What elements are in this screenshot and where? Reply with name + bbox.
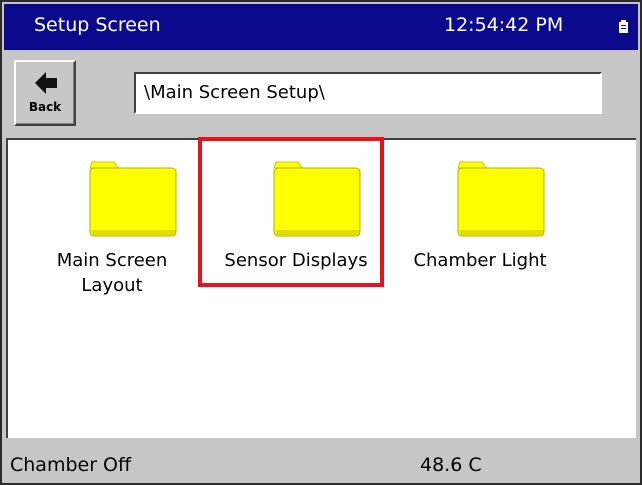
toolbar: Back \Main Screen Setup\ [4,50,638,138]
chamber-status: Chamber Off [10,454,132,476]
window-title: Setup Screen [34,14,161,36]
title-bar: Setup Screen 12:54:42 PM [4,4,638,50]
battery-icon [619,20,628,33]
folder-chamber-light[interactable]: Chamber Light [390,150,570,290]
folder-label-line-1: Main Screen [56,250,168,271]
status-bar: Chamber Off 48.6 C [4,438,638,483]
folder-label: Main Screen Layout [22,248,202,298]
folder-view: Main Screen Layout Sensor Displays Chamb… [6,137,636,438]
folder-label: Chamber Light [413,250,547,271]
temperature-readout: 48.6 C [420,454,482,476]
path-field: \Main Screen Setup\ [134,72,602,114]
device-screen: Setup Screen 12:54:42 PM Back \Main Scre… [0,0,642,485]
back-button-label: Back [28,100,62,114]
left-arrow-icon [35,72,57,94]
folder-label-line-2: Layout [81,275,143,296]
path-text: \Main Screen Setup\ [144,82,325,103]
back-button[interactable]: Back [14,60,76,126]
folder-icon [89,161,177,237]
folder-main-screen-layout[interactable]: Main Screen Layout [22,150,202,296]
clock-display: 12:54:42 PM [444,14,564,36]
folder-icon [457,161,545,237]
selection-highlight [198,137,384,287]
